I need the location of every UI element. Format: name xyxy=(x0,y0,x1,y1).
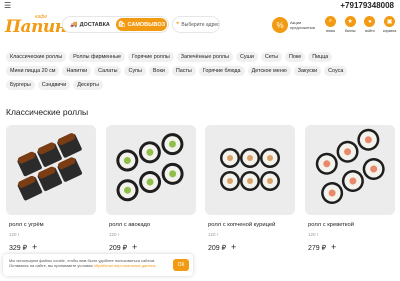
category-chip[interactable]: Поке xyxy=(284,52,306,62)
category-chip[interactable]: Сэндвичи xyxy=(37,80,71,90)
category-chip[interactable]: Пицца xyxy=(308,52,333,62)
product-title: ролл с креветкой xyxy=(308,222,354,228)
product-image xyxy=(106,125,196,215)
product-card[interactable]: ролл с креветкой 120 г 279 ₽ + xyxy=(305,125,395,261)
promo-link[interactable]: % Акции предложения xyxy=(272,17,316,35)
cookie-banner: Мы используем файлы cookie, чтобы вам бы… xyxy=(3,254,193,276)
category-chip[interactable]: Пасты xyxy=(171,66,196,76)
product-price: 209 ₽ xyxy=(109,245,128,252)
product-weight: 120 г xyxy=(109,232,120,237)
product-card[interactable]: ролл с угрём 120 г 329 ₽ + xyxy=(6,125,96,261)
pickup-label: САМОВЫВОЗ xyxy=(127,21,166,28)
category-chip[interactable]: Классические роллы xyxy=(6,52,67,62)
category-chip[interactable]: Десерты xyxy=(73,80,103,90)
category-row: Бургеры Сэндвичи Десерты xyxy=(6,80,396,90)
category-chip[interactable]: Закуски xyxy=(293,66,322,76)
address-select[interactable]: ⌖ Выберите адрес xyxy=(172,16,220,33)
product-weight: 120 г xyxy=(208,232,219,237)
product-image xyxy=(6,125,96,215)
nav-login-label: войти xyxy=(365,29,375,33)
category-nav: Классические роллы Роллы фирменные Горяч… xyxy=(6,52,396,94)
nav-search[interactable]: ⌕ поиск xyxy=(321,16,340,38)
search-icon: ⌕ xyxy=(324,16,336,27)
product-title: ролл с копченой курицей xyxy=(208,222,276,228)
points-icon: ★ xyxy=(344,16,356,27)
nav-search-label: поиск xyxy=(325,29,336,33)
category-chip[interactable]: Детское меню xyxy=(247,66,291,76)
cookie-policy-link[interactable]: обработки персональных данных xyxy=(94,263,156,268)
category-row: Классические роллы Роллы фирменные Горяч… xyxy=(6,52,396,62)
product-price: 209 ₽ xyxy=(208,245,227,252)
category-chip[interactable]: Горячие роллы xyxy=(128,52,174,62)
location-pin-icon: ⌖ xyxy=(176,21,180,27)
delivery-icon: 🚚 xyxy=(70,22,78,28)
category-chip[interactable]: Салаты xyxy=(94,66,122,76)
product-card[interactable]: ролл с авокадо 120 г 209 ₽ + xyxy=(106,125,196,261)
nav-cart[interactable]: ▣ корзина xyxy=(380,16,399,38)
category-chip[interactable]: Бургеры xyxy=(6,80,35,90)
phone-number[interactable]: +79179348008 xyxy=(340,1,394,10)
nav-points-label: баллы xyxy=(344,29,356,33)
nav-cart-label: корзина xyxy=(383,29,397,33)
product-price: 279 ₽ xyxy=(308,245,327,252)
category-chip[interactable]: Роллы фирменные xyxy=(69,52,125,62)
logo[interactable]: кафе Папино xyxy=(5,14,78,38)
product-weight: 120 г xyxy=(9,232,20,237)
top-strip: ☰ +79179348008 xyxy=(0,0,400,12)
user-icon: ● xyxy=(364,16,376,27)
product-title: ролл с угрём xyxy=(9,222,44,228)
header-nav: ⌕ поиск ★ баллы ● войти ▣ корзина xyxy=(321,16,399,38)
pickup-button[interactable]: 🛍 САМОВЫВОЗ xyxy=(116,18,167,31)
category-chip[interactable]: Сеты xyxy=(260,52,282,62)
cart-icon: ▣ xyxy=(384,16,396,27)
address-placeholder: Выберите адрес xyxy=(181,21,220,28)
category-chip[interactable]: Горячие блюда xyxy=(198,66,245,76)
category-chip[interactable]: Мини пицца 20 см xyxy=(6,66,60,76)
delivery-mode-toggle: 🚚 ДОСТАВКА 🛍 САМОВЫВОЗ xyxy=(62,16,169,33)
product-card[interactable]: ролл с копченой курицей 120 г 209 ₽ + xyxy=(205,125,295,261)
category-chip[interactable]: Соуса xyxy=(324,66,348,76)
promo-icon: % xyxy=(272,17,288,33)
category-chip[interactable]: Запечённые роллы xyxy=(176,52,233,62)
category-chip[interactable]: Суши xyxy=(235,52,258,62)
category-chip[interactable]: Воки xyxy=(148,66,169,76)
product-weight: 120 г xyxy=(308,232,319,237)
category-chip[interactable]: Супы xyxy=(124,66,146,76)
delivery-label: ДОСТАВКА xyxy=(79,21,110,28)
hamburger-icon[interactable]: ☰ xyxy=(4,2,11,10)
add-to-cart-icon[interactable]: + xyxy=(132,243,137,252)
product-price: 329 ₽ xyxy=(9,245,28,252)
promo-text: Акции предложения xyxy=(290,20,315,30)
category-chip[interactable]: Напитки xyxy=(62,66,92,76)
pickup-icon: 🛍 xyxy=(117,22,126,28)
category-row: Мини пицца 20 см Напитки Салаты Супы Вок… xyxy=(6,66,396,76)
cookie-accept-button[interactable]: ОК xyxy=(173,259,189,271)
add-to-cart-icon[interactable]: + xyxy=(331,243,336,252)
product-title: ролл с авокадо xyxy=(109,222,151,228)
add-to-cart-icon[interactable]: + xyxy=(32,243,37,252)
nav-login[interactable]: ● войти xyxy=(361,16,380,38)
section-title: Классические роллы xyxy=(6,107,89,117)
product-image xyxy=(205,125,295,215)
nav-points[interactable]: ★ баллы xyxy=(341,16,360,38)
promo-text-2: предложения xyxy=(290,25,315,30)
delivery-button[interactable]: 🚚 ДОСТАВКА xyxy=(65,18,115,31)
header: кафе Папино 🚚 ДОСТАВКА 🛍 САМОВЫВОЗ ⌖ Выб… xyxy=(0,12,400,40)
product-image xyxy=(305,125,395,215)
add-to-cart-icon[interactable]: + xyxy=(231,243,236,252)
cookie-text-block: Мы используем файлы cookie, чтобы вам бы… xyxy=(9,258,169,268)
